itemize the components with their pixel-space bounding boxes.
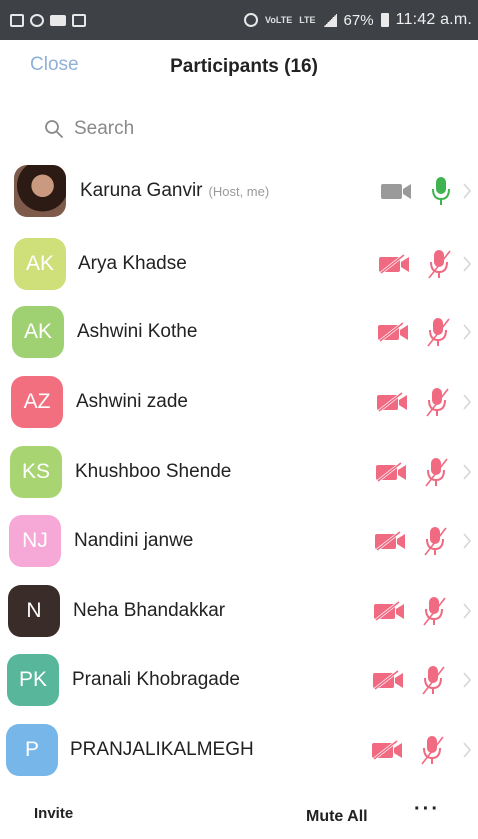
participant-name: Neha Bhandakkar [73,600,226,621]
battery-icon [380,13,389,27]
participant-row[interactable]: Karuna Ganvir (Host, me) [0,156,478,226]
notification-icons [10,13,86,27]
participant-name: Nandini janwe [74,530,194,551]
chevron-right-icon [463,533,472,549]
participant-row[interactable]: PK Pranali Khobragade [0,645,478,715]
mic-muted-icon [426,388,449,417]
avatar-initials: AK [25,252,54,275]
video-off-icon [374,600,404,622]
video-off-icon [376,461,406,483]
zoom-participants-screen: VoLTE LTE 67% 11:42 a.m. Close Participa… [0,0,478,839]
participant-row[interactable]: KS Khushboo Shende [0,437,478,507]
avatar-initials: NJ [22,529,48,552]
alarm-icon [244,13,259,27]
avatar: AZ [11,376,63,428]
participant-row[interactable]: N Neha Bhandakkar [0,576,478,646]
bottom-toolbar: Invite Mute All ··· [0,780,478,839]
chevron-right-icon [463,603,472,619]
chevron-right-icon [463,256,472,272]
participant-name: PRANJALIKALMEGH [70,739,254,760]
video-off-icon [379,253,409,275]
status-bar: VoLTE LTE 67% 11:42 a.m. [0,0,478,40]
video-off-icon [372,739,402,761]
search-input[interactable] [74,118,404,140]
participant-name: Karuna Ganvir [80,180,203,201]
avatar-initials: KS [21,460,50,483]
wifi-notification-icon [72,13,86,27]
participant-row[interactable]: AK Arya Khadse [0,229,478,299]
avatar [14,165,66,217]
participant-row[interactable]: P PRANJALIKALMEGH [0,715,478,785]
more-options-button[interactable]: ··· [414,798,440,821]
clock: 11:42 a.m. [395,11,472,28]
avatar: AK [12,306,64,358]
mic-muted-icon [423,597,446,626]
mic-muted-icon [422,666,445,695]
avatar-initials: AK [23,320,52,343]
video-notification-icon [50,14,66,26]
search-bar[interactable] [44,112,444,146]
chevron-right-icon [463,394,472,410]
avatar-initials: N [26,599,42,622]
participant-name: Arya Khadse [78,253,187,274]
search-icon [45,120,63,138]
participant-row[interactable]: AZ Ashwini zade [0,367,478,437]
video-off-icon [377,391,407,413]
avatar: AK [14,238,66,290]
volte-indicator: VoLTE [265,14,293,25]
mic-muted-icon [421,736,444,765]
mic-muted-icon [424,527,447,556]
participant-name: Khushboo Shende [75,461,232,482]
mic-muted-icon [428,250,451,279]
avatar: NJ [9,515,61,567]
avatar: PK [7,654,59,706]
participant-name: Ashwini zade [76,391,188,412]
video-icon [381,184,411,199]
mic-muted-icon [425,458,448,487]
video-off-icon [375,530,405,552]
participant-row[interactable]: AK Ashwini Kothe [0,297,478,367]
chevron-right-icon [463,324,472,340]
host-tag: (Host, me) [208,183,270,199]
avatar: KS [10,446,62,498]
video-off-icon [373,669,403,691]
chevron-right-icon [463,464,472,480]
chevron-right-icon [463,183,472,199]
gallery-notification-icon [10,13,24,27]
participant-name: Pranali Khobragade [72,669,240,690]
avatar-initials: AZ [23,390,51,413]
avatar-initials: P [24,738,39,761]
page-title: Participants (16) [170,56,318,77]
lte-indicator: LTE [299,14,316,25]
avatar: N [8,585,60,637]
chevron-right-icon [463,672,472,688]
chevron-right-icon [463,742,472,758]
video-off-icon [378,321,408,343]
participant-row[interactable]: NJ Nandini janwe [0,506,478,576]
avatar-initials: PK [18,668,47,691]
participant-name: Ashwini Kothe [77,321,198,342]
invite-button[interactable]: Invite [34,805,73,822]
avatar: P [6,724,58,776]
mic-muted-icon [427,318,450,347]
header: Close Participants (16) [0,40,478,100]
battery-percent: 67% [343,11,374,29]
signal-icon [322,13,337,27]
whatsapp-notification-icon [30,13,44,27]
mute-all-button[interactable]: Mute All [306,808,368,826]
mic-icon [432,177,450,205]
